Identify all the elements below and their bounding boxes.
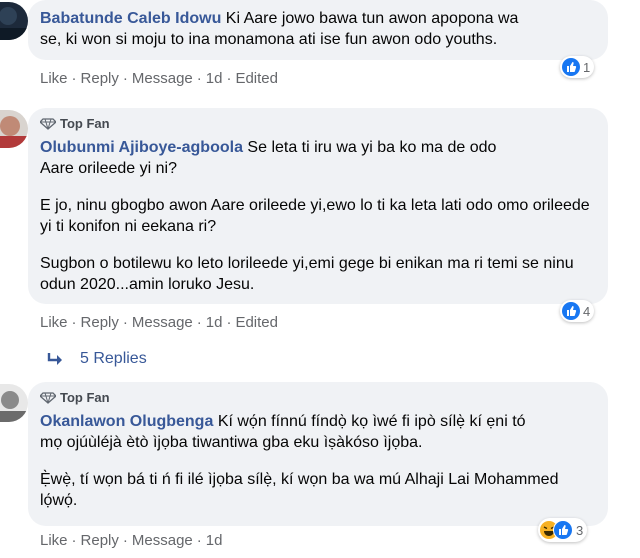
reply-arrow-icon bbox=[47, 353, 62, 365]
reply-link[interactable]: Reply bbox=[81, 70, 119, 87]
comment-bubble: Top Fan Olubunmi Ajiboye-agboola Se leta… bbox=[28, 108, 608, 304]
top-fan-label: Top Fan bbox=[60, 390, 110, 405]
view-replies-link[interactable]: 5 Replies bbox=[46, 350, 147, 368]
message-link[interactable]: Message bbox=[132, 70, 193, 87]
edited-label[interactable]: Edited bbox=[235, 70, 278, 87]
comment-paragraph: E jo, ninu gbogbo awon Aare orileede yi,… bbox=[40, 197, 590, 235]
comment-actions: Like · Reply · Message · 1d · Edited bbox=[40, 314, 278, 331]
reply-link[interactable]: Reply bbox=[81, 532, 119, 549]
diamond-icon bbox=[40, 391, 56, 404]
replies-count: 5 Replies bbox=[80, 350, 147, 367]
comment-text: Ki Aare jowo bawa tun awon apopona wa bbox=[225, 10, 519, 27]
like-reaction-icon bbox=[562, 58, 580, 76]
reaction-count: 1 bbox=[583, 59, 591, 75]
comment-text: Kí wọ́n fínnú fíndọ̀ kọ ìwé fi ipò sílẹ̀… bbox=[217, 413, 526, 430]
comment-bubble: Top Fan Okanlawon Olugbenga Kí wọ́n fínn… bbox=[28, 382, 608, 526]
top-fan-badge: Top Fan bbox=[40, 390, 594, 405]
comment-paragraph: Ẹ̀wẹ̀, tí wọn bá ti ń fi ilé ìjọba sílẹ̀… bbox=[40, 471, 559, 509]
top-fan-badge: Top Fan bbox=[40, 116, 594, 131]
comment-author[interactable]: Okanlawon Olugbenga bbox=[40, 413, 213, 430]
diamond-icon bbox=[40, 117, 56, 130]
like-reaction-icon bbox=[562, 302, 580, 320]
reaction-summary[interactable]: 3 bbox=[538, 518, 588, 542]
comment-actions: Like · Reply · Message · 1d · Edited bbox=[40, 70, 278, 87]
like-link[interactable]: Like bbox=[40, 314, 68, 331]
timestamp[interactable]: 1d bbox=[206, 314, 223, 331]
top-fan-label: Top Fan bbox=[60, 116, 110, 131]
comment-bubble: Babatunde Caleb Idowu Ki Aare jowo bawa … bbox=[28, 0, 608, 60]
timestamp[interactable]: 1d bbox=[206, 70, 223, 87]
comment-text-continued: mọ ojúùléjà ètò ìjọba tiwantiwa gba eku … bbox=[40, 434, 423, 451]
reply-link[interactable]: Reply bbox=[81, 314, 119, 331]
comment-text-continued: se, ki won si moju to ina monamona ati i… bbox=[40, 31, 498, 48]
like-link[interactable]: Like bbox=[40, 532, 68, 549]
avatar[interactable] bbox=[0, 2, 28, 40]
reaction-count: 3 bbox=[576, 522, 584, 538]
comment-paragraph: Sugbon o botilewu ko leto lorileede yi,e… bbox=[40, 255, 574, 293]
comment-author[interactable]: Babatunde Caleb Idowu bbox=[40, 10, 221, 27]
comment-text: Se leta ti iru wa yi ba ko ma de odo bbox=[247, 139, 497, 156]
reaction-summary[interactable]: 1 bbox=[560, 56, 595, 78]
reaction-count: 4 bbox=[583, 303, 591, 319]
timestamp[interactable]: 1d bbox=[206, 532, 223, 549]
like-link[interactable]: Like bbox=[40, 70, 68, 87]
comment-text-continued: Aare orileede yi ni? bbox=[40, 160, 177, 177]
comment-author[interactable]: Olubunmi Ajiboye-agboola bbox=[40, 139, 243, 156]
edited-label[interactable]: Edited bbox=[235, 314, 278, 331]
avatar[interactable] bbox=[0, 110, 28, 148]
message-link[interactable]: Message bbox=[132, 532, 193, 549]
like-reaction-icon bbox=[553, 520, 573, 540]
message-link[interactable]: Message bbox=[132, 314, 193, 331]
reaction-summary[interactable]: 4 bbox=[560, 300, 595, 322]
avatar[interactable] bbox=[0, 384, 28, 422]
comment-actions: Like · Reply · Message · 1d bbox=[40, 532, 223, 549]
